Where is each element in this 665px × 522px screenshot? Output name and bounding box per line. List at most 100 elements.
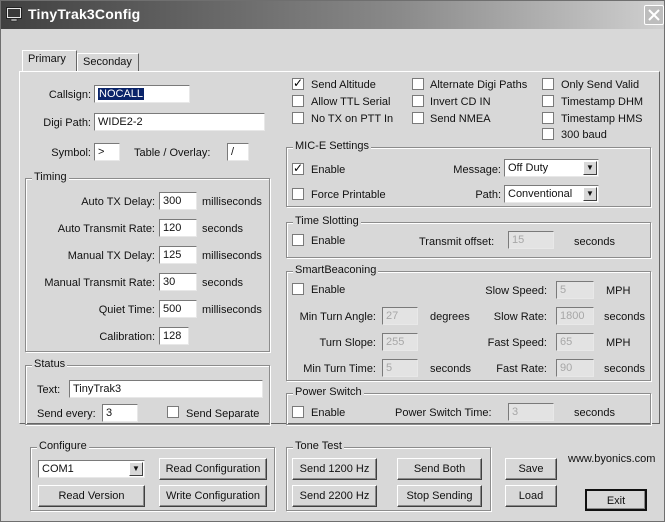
send-2200-hz-button[interactable]: Send 2200 Hz — [292, 485, 377, 507]
power-switch-enable-checkbox[interactable] — [292, 406, 304, 418]
callsign-label: Callsign: — [48, 89, 91, 101]
status-text-input[interactable]: TinyTrak3 — [69, 380, 263, 398]
slow-speed-unit: MPH — [606, 285, 631, 297]
slow-rate-input[interactable]: 1800 — [556, 307, 594, 325]
chevron-down-icon[interactable]: ▼ — [583, 187, 597, 201]
path-select[interactable]: Conventional ▼ — [504, 185, 599, 203]
app-icon — [6, 7, 22, 22]
send-both-button[interactable]: Send Both — [397, 458, 482, 480]
overlay-input[interactable]: / — [227, 143, 249, 161]
port-value: COM1 — [42, 463, 74, 475]
slow-rate-label: Slow Rate: — [493, 311, 547, 323]
read-version-button[interactable]: Read Version — [38, 485, 145, 507]
300-baud-checkbox[interactable] — [542, 128, 554, 140]
tone-test-title: Tone Test — [293, 440, 344, 452]
auto-transmit-rate-input[interactable]: 120 — [159, 219, 197, 237]
mice-enable-label: Enable — [311, 164, 346, 176]
title-bar[interactable]: TinyTrak3Config — [1, 1, 664, 29]
website-link[interactable]: www.byonics.com — [568, 453, 655, 465]
timestamp-hms-checkbox[interactable] — [542, 112, 554, 124]
send-every-input[interactable]: 3 — [102, 404, 138, 422]
transmit-offset-input[interactable]: 15 — [508, 231, 554, 249]
slow-speed-input[interactable]: 5 — [556, 281, 594, 299]
status-title: Status — [32, 358, 68, 370]
chevron-down-icon[interactable]: ▼ — [129, 462, 143, 476]
exit-button[interactable]: Exit — [585, 489, 647, 511]
send-every-label: Send every: — [37, 408, 96, 420]
timestamp-hms-label: Timestamp HMS — [561, 113, 643, 125]
time-slotting-enable-checkbox[interactable] — [292, 234, 304, 246]
auto-tx-delay-unit: milliseconds — [202, 196, 262, 208]
save-button[interactable]: Save — [505, 458, 557, 480]
stop-sending-button[interactable]: Stop Sending — [397, 485, 482, 507]
timestamp-dhm-checkbox[interactable] — [542, 95, 554, 107]
fast-speed-input[interactable]: 65 — [556, 333, 594, 351]
status-text-label: Text: — [37, 384, 61, 396]
power-switch-title: Power Switch — [293, 386, 364, 398]
timing-title: Timing — [32, 171, 69, 183]
message-label: Message: — [453, 164, 501, 176]
path-value: Conventional — [508, 188, 573, 200]
write-configuration-button[interactable]: Write Configuration — [159, 485, 267, 507]
fast-speed-label: Fast Speed: — [487, 337, 547, 349]
turn-slope-input[interactable]: 255 — [382, 333, 418, 351]
smartbeaconing-enable-checkbox[interactable] — [292, 283, 304, 295]
load-button[interactable]: Load — [505, 485, 557, 507]
quiet-time-label: Quiet Time: — [98, 304, 155, 316]
send-separate-label: Send Separate — [186, 408, 260, 420]
power-switch-time-input[interactable]: 3 — [508, 403, 554, 421]
path-label: Path: — [475, 189, 501, 201]
symbol-input[interactable]: > — [94, 143, 120, 161]
calibration-label: Calibration: — [99, 331, 155, 343]
force-printable-checkbox[interactable] — [292, 188, 304, 200]
manual-transmit-rate-label: Manual Transmit Rate: — [44, 277, 155, 289]
manual-tx-delay-input[interactable]: 125 — [159, 246, 197, 264]
smartbeaconing-title: SmartBeaconing — [293, 264, 379, 276]
tab-primary[interactable]: Primary — [22, 50, 77, 71]
min-turn-time-input[interactable]: 5 — [382, 359, 418, 377]
force-printable-label: Force Printable — [311, 189, 386, 201]
message-select[interactable]: Off Duty ▼ — [504, 159, 599, 177]
port-select[interactable]: COM1 ▼ — [38, 460, 145, 478]
alternate-digi-paths-checkbox[interactable] — [412, 78, 424, 90]
calibration-input[interactable]: 128 — [159, 327, 189, 345]
no-tx-on-ptt-checkbox[interactable] — [292, 112, 304, 124]
fast-rate-unit: seconds — [604, 363, 645, 375]
symbol-label: Symbol: — [51, 147, 91, 159]
quiet-time-input[interactable]: 500 — [159, 300, 197, 318]
quiet-time-unit: milliseconds — [202, 304, 262, 316]
min-turn-angle-unit: degrees — [430, 311, 470, 323]
auto-tx-delay-input[interactable]: 300 — [159, 192, 197, 210]
mice-enable-checkbox[interactable] — [292, 161, 304, 175]
send-altitude-label: Send Altitude — [311, 79, 376, 91]
min-turn-angle-label: Min Turn Angle: — [299, 311, 376, 323]
invert-cd-in-checkbox[interactable] — [412, 95, 424, 107]
allow-ttl-serial-checkbox[interactable] — [292, 95, 304, 107]
send-1200-hz-button[interactable]: Send 1200 Hz — [292, 458, 377, 480]
send-separate-checkbox[interactable] — [167, 406, 179, 418]
invert-cd-in-label: Invert CD IN — [430, 96, 491, 108]
digi-path-input[interactable]: WIDE2-2 — [94, 113, 265, 131]
auto-transmit-rate-unit: seconds — [202, 223, 243, 235]
digi-path-label: Digi Path: — [43, 117, 91, 129]
close-button[interactable] — [644, 5, 664, 25]
fast-rate-input[interactable]: 90 — [556, 359, 594, 377]
tab-seconday[interactable]: Seconday — [77, 53, 139, 71]
send-nmea-checkbox[interactable] — [412, 112, 424, 124]
transmit-offset-label: Transmit offset: — [419, 236, 495, 248]
manual-tx-delay-unit: milliseconds — [202, 250, 262, 262]
callsign-input[interactable]: NOCALL — [94, 85, 190, 103]
chevron-down-icon[interactable]: ▼ — [583, 161, 597, 175]
only-send-valid-label: Only Send Valid — [561, 79, 640, 91]
send-altitude-checkbox[interactable] — [292, 76, 304, 90]
alternate-digi-paths-label: Alternate Digi Paths — [430, 79, 528, 91]
allow-ttl-serial-label: Allow TTL Serial — [311, 96, 391, 108]
only-send-valid-checkbox[interactable] — [542, 78, 554, 90]
manual-transmit-rate-input[interactable]: 30 — [159, 273, 197, 291]
tab-label: Primary — [28, 53, 66, 65]
slow-speed-label: Slow Speed: — [485, 285, 547, 297]
read-configuration-button[interactable]: Read Configuration — [159, 458, 267, 480]
min-turn-angle-input[interactable]: 27 — [382, 307, 418, 325]
smartbeaconing-enable-label: Enable — [311, 284, 346, 296]
app-window: TinyTrak3Config Primary Seconday Callsig… — [0, 0, 665, 522]
